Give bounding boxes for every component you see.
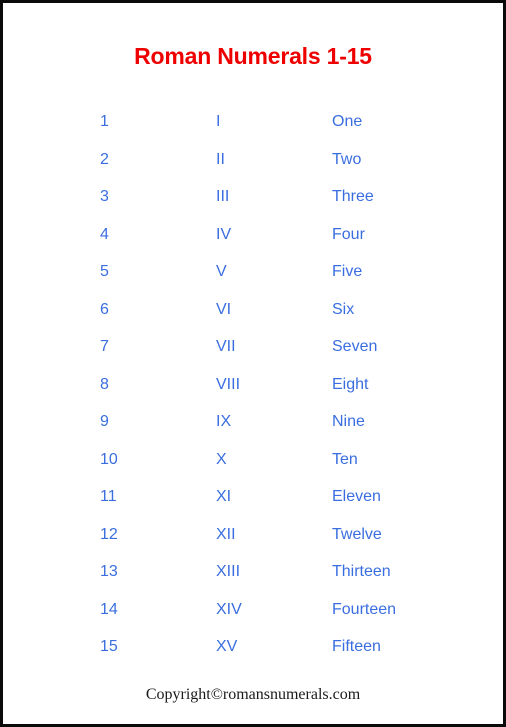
- cell-roman-numeral: XIV: [216, 600, 242, 618]
- cell-arabic-number: 15: [100, 638, 118, 655]
- cell-roman-numeral: XI: [216, 488, 232, 505]
- cell-number-word: Fourteen: [332, 600, 397, 618]
- table-row: 6 VI Six: [3, 291, 503, 329]
- cell-number-word: Fifteen: [332, 638, 381, 655]
- cell-arabic-number: 9: [100, 413, 109, 430]
- cell-roman-numeral: XII: [216, 525, 236, 543]
- table-row: 9 IX Nine: [3, 403, 503, 441]
- table-row: 13 XIII Thirteen: [3, 553, 503, 591]
- cell-roman-numeral: I: [216, 113, 221, 130]
- numerals-table: 1 I One 2 II Two 3 III Three 4 IV Four 5 V Five 6 VI Six 7…: [3, 103, 503, 666]
- cell-arabic-number: 6: [100, 300, 109, 318]
- cell-number-word: Thirteen: [332, 563, 391, 580]
- cell-arabic-number: 8: [100, 375, 109, 393]
- cell-arabic-number: 5: [100, 263, 109, 280]
- cell-arabic-number: 4: [100, 225, 109, 243]
- cell-roman-numeral: IX: [216, 413, 232, 430]
- cell-number-word: Six: [332, 300, 355, 318]
- table-row: 10 X Ten: [3, 441, 503, 479]
- cell-number-word: Seven: [332, 338, 378, 355]
- table-row: 11 XI Eleven: [3, 478, 503, 516]
- cell-arabic-number: 7: [100, 338, 109, 355]
- cell-number-word: Four: [332, 225, 365, 243]
- cell-number-word: Five: [332, 263, 363, 280]
- table-row: 14 XIV Fourteen: [3, 591, 503, 629]
- cell-arabic-number: 14: [100, 600, 118, 618]
- table-row: 3 III Three: [3, 178, 503, 216]
- cell-number-word: Nine: [332, 413, 365, 430]
- table-row: 7 VII Seven: [3, 328, 503, 366]
- cell-number-word: Three: [332, 188, 374, 205]
- page-title: Roman Numerals 1-15: [134, 43, 372, 69]
- table-row: 8 VIII Eight: [3, 366, 503, 404]
- cell-roman-numeral: XV: [216, 638, 238, 655]
- cell-arabic-number: 12: [100, 525, 118, 543]
- cell-arabic-number: 13: [100, 563, 118, 580]
- table-row: 5 V Five: [3, 253, 503, 291]
- cell-number-word: Twelve: [332, 525, 382, 543]
- cell-number-word: Eight: [332, 375, 369, 393]
- cell-roman-numeral: VII: [216, 338, 236, 355]
- cell-number-word: Ten: [332, 450, 358, 468]
- roman-numerals-chart: Roman Numerals 1-15 1 I One 2 II Two 3 III Three…: [0, 0, 506, 727]
- cell-arabic-number: 11: [100, 488, 117, 505]
- cell-roman-numeral: III: [216, 188, 230, 205]
- cell-roman-numeral: II: [216, 150, 225, 168]
- footer-copyright: Copyright©romansnumerals.com: [145, 686, 361, 703]
- cell-arabic-number: 1: [100, 113, 109, 130]
- cell-roman-numeral: VIII: [216, 375, 241, 393]
- table-row: 4 IV Four: [3, 216, 503, 254]
- table-row: 12 XII Twelve: [3, 516, 503, 554]
- cell-number-word: Eleven: [332, 488, 381, 505]
- cell-roman-numeral: V: [216, 263, 227, 280]
- table-row: 1 I One: [3, 103, 503, 141]
- table-row: 15 XV Fifteen: [3, 628, 503, 666]
- cell-number-word: Two: [332, 150, 362, 168]
- cell-roman-numeral: VI: [216, 300, 232, 318]
- cell-arabic-number: 2: [100, 150, 109, 168]
- cell-roman-numeral: IV: [216, 225, 232, 243]
- cell-number-word: One: [332, 113, 363, 130]
- cell-roman-numeral: X: [216, 450, 227, 468]
- cell-arabic-number: 10: [100, 450, 118, 468]
- table-row: 2 II Two: [3, 141, 503, 179]
- cell-arabic-number: 3: [100, 188, 109, 205]
- cell-roman-numeral: XIII: [216, 563, 241, 580]
